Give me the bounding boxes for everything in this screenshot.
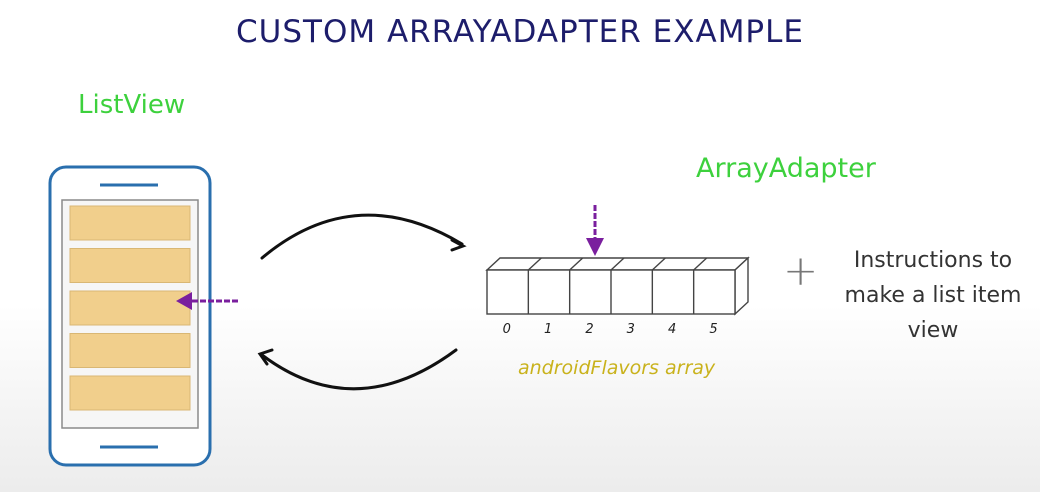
plus-sign: + [783, 246, 819, 295]
array-boxes [485, 256, 750, 316]
array-label: androidFlavors array [518, 357, 716, 379]
list-item-view [69, 248, 191, 283]
list-item-view [69, 333, 191, 368]
phone-illustration [48, 165, 212, 467]
pointer-to-array-cell-head [586, 238, 604, 256]
arrow-to-listview [260, 348, 458, 391]
array-index-label: 5 [709, 322, 718, 337]
instructions-text: Instructions to make a list item view [844, 248, 1022, 343]
arrow-to-adapter-head [450, 238, 467, 252]
array-index-label: 0 [502, 322, 511, 337]
curved-arrows [257, 213, 467, 391]
array-index-label: 1 [544, 322, 553, 337]
array-index-label: 3 [626, 322, 635, 337]
array-index-label: 2 [585, 322, 594, 337]
list-item-view [69, 205, 191, 241]
array-index-label: 4 [668, 322, 677, 337]
list-item-view [69, 290, 191, 326]
list-item-view [69, 375, 191, 411]
arrow-to-adapter [260, 213, 464, 260]
